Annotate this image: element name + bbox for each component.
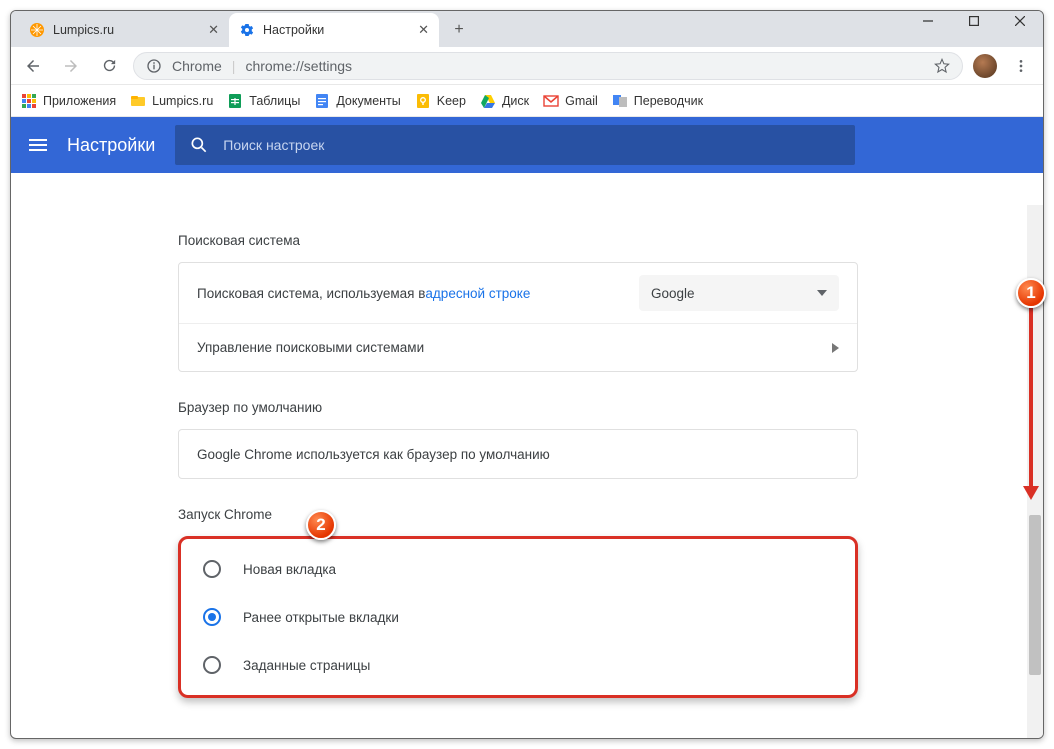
page-title: Настройки	[67, 135, 155, 156]
chevron-right-icon	[832, 343, 839, 353]
scrollbar-thumb[interactable]	[1029, 515, 1041, 675]
search-engine-card: Поисковая система, используемая в адресн…	[178, 262, 858, 372]
bookmark-translate[interactable]: Переводчик	[612, 93, 703, 109]
window-maximize[interactable]	[951, 10, 997, 37]
radio-icon[interactable]	[203, 608, 221, 626]
close-icon[interactable]: ✕	[208, 22, 219, 38]
omnibox-origin: Chrome	[172, 58, 222, 74]
apps-icon	[21, 93, 37, 109]
bookmark-sheets[interactable]: Таблицы	[227, 93, 300, 109]
annotation-arrow-head	[1023, 486, 1039, 500]
settings-header: Настройки	[11, 117, 1043, 173]
section-title-default-browser: Браузер по умолчанию	[178, 400, 858, 415]
annotation-arrow	[1029, 308, 1033, 488]
startup-option-specific-pages[interactable]: Заданные страницы	[181, 641, 855, 689]
gear-icon	[239, 22, 255, 38]
startup-option-continue[interactable]: Ранее открытые вкладки	[181, 593, 855, 641]
gmail-icon	[543, 93, 559, 109]
bookmark-drive[interactable]: Диск	[480, 93, 529, 109]
drive-icon	[480, 93, 496, 109]
browser-window: Lumpics.ru ✕ Настройки ✕ +	[10, 10, 1044, 739]
window-minimize[interactable]	[905, 10, 951, 37]
radio-icon[interactable]	[203, 560, 221, 578]
profile-avatar[interactable]	[973, 54, 997, 78]
search-icon	[189, 135, 209, 155]
translate-icon	[612, 93, 628, 109]
settings-search-input[interactable]	[223, 137, 841, 153]
default-browser-card: Google Chrome используется как браузер п…	[178, 429, 858, 479]
sheets-icon	[227, 93, 243, 109]
settings-content: Поисковая система Поисковая система, исп…	[11, 205, 1025, 738]
back-button[interactable]	[19, 52, 47, 80]
site-info-icon[interactable]	[146, 58, 162, 74]
search-engine-row[interactable]: Поисковая система, используемая в адресн…	[179, 263, 857, 323]
new-tab-button[interactable]: +	[445, 16, 473, 44]
omnibox-url: chrome://settings	[245, 58, 352, 74]
apps-shortcut[interactable]: Приложения	[21, 93, 116, 109]
tab-strip: Lumpics.ru ✕ Настройки ✕ +	[11, 11, 1043, 47]
menu-icon[interactable]	[29, 139, 47, 151]
tab-title: Lumpics.ru	[53, 23, 208, 37]
section-title-search-engine: Поисковая система	[178, 233, 858, 248]
bookmark-star-icon[interactable]	[934, 58, 950, 74]
settings-search[interactable]	[175, 125, 855, 165]
bookmark-lumpics[interactable]: Lumpics.ru	[130, 93, 213, 109]
omnibox[interactable]: Chrome | chrome://settings	[133, 52, 963, 80]
menu-button[interactable]	[1007, 52, 1035, 80]
bookmark-gmail[interactable]: Gmail	[543, 93, 598, 109]
chevron-down-icon	[817, 290, 827, 296]
docs-icon	[314, 93, 330, 109]
bookmark-docs[interactable]: Документы	[314, 93, 400, 109]
keep-icon	[415, 93, 431, 109]
window-close[interactable]	[997, 10, 1043, 37]
startup-card-highlighted: Новая вкладка Ранее открытые вкладки Зад…	[178, 536, 858, 698]
manage-search-engines-row[interactable]: Управление поисковыми системами	[179, 323, 857, 371]
bookmark-keep[interactable]: Keep	[415, 93, 466, 109]
close-icon[interactable]: ✕	[418, 22, 429, 38]
tab-title: Настройки	[263, 23, 418, 37]
startup-option-new-tab[interactable]: Новая вкладка	[181, 545, 855, 593]
bookmarks-bar: Приложения Lumpics.ru Таблицы Документы …	[11, 85, 1043, 117]
annotation-ball-2: 2	[306, 510, 336, 540]
reload-button[interactable]	[95, 52, 123, 80]
address-bar-link[interactable]: адресной строке	[425, 286, 530, 301]
search-engine-select[interactable]: Google	[639, 275, 839, 311]
tab-lumpics[interactable]: Lumpics.ru ✕	[19, 13, 229, 47]
annotation-ball-1: 1	[1016, 278, 1046, 308]
radio-icon[interactable]	[203, 656, 221, 674]
forward-button[interactable]	[57, 52, 85, 80]
favicon-lumpics	[29, 22, 45, 38]
section-title-startup: Запуск Chrome	[178, 507, 858, 522]
folder-icon	[130, 93, 146, 109]
default-browser-row: Google Chrome используется как браузер п…	[179, 430, 857, 478]
tab-settings[interactable]: Настройки ✕	[229, 13, 439, 47]
toolbar: Chrome | chrome://settings	[11, 47, 1043, 85]
